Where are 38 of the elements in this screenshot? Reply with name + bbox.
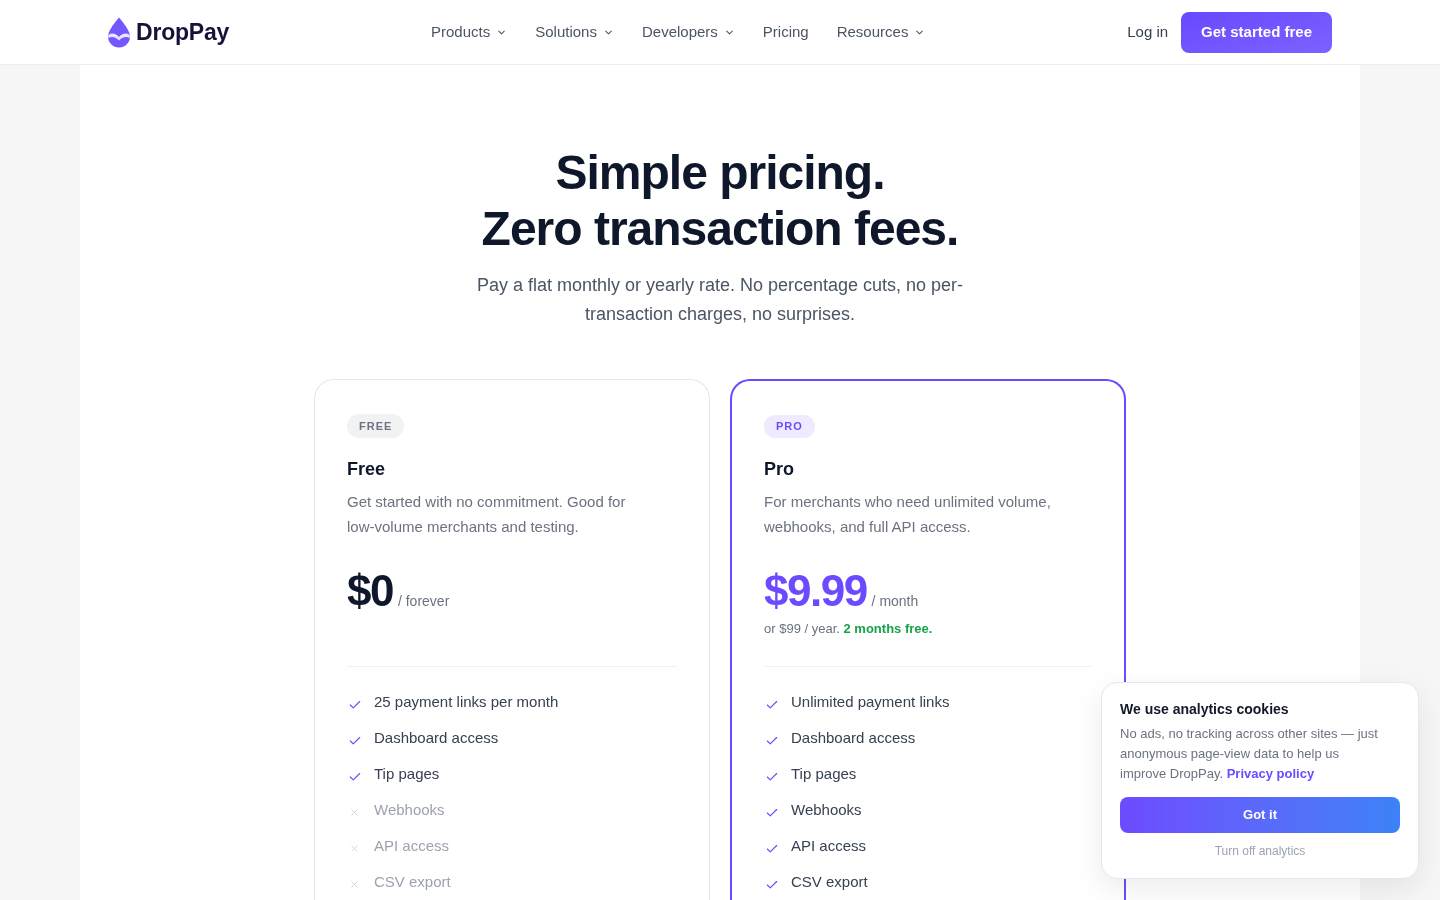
get-started-button[interactable]: Get started free	[1181, 11, 1332, 53]
cookie-title: We use analytics cookies	[1120, 700, 1289, 719]
got-it-button[interactable]: Got it	[1120, 797, 1400, 833]
plan-description: For merchants who need unlimited volume, webhooks, and full API access.	[764, 492, 1052, 537]
feature-text: Webhooks	[791, 800, 862, 820]
price-period: / month	[871, 592, 919, 611]
plan-description: Get started with no commitment. Good for low-volume merchants and testing.	[347, 492, 627, 537]
plan-badge: FREE	[347, 414, 405, 438]
plan-name: Free	[347, 458, 386, 481]
login-link[interactable]: Log in	[1127, 20, 1169, 44]
plan-name: Pro	[764, 458, 794, 481]
plan-badge: PRO	[764, 415, 815, 438]
cookie-text: No ads, no tracking across other sites — just anonymous page-view data to help us improve DropPay. Privacy policy	[1120, 725, 1379, 783]
plan-price: $9.99	[764, 569, 867, 613]
nav-link[interactable]: Developers	[641, 20, 735, 44]
price-period: / forever	[397, 592, 450, 611]
feature-text: Tip pages	[374, 764, 440, 784]
feature-text: API access	[791, 836, 867, 856]
feature-text: Unlimited payment links	[791, 692, 950, 712]
feature-text: Dashboard access	[791, 728, 916, 748]
hero-title: Simple pricing. Zero transaction fees.	[481, 145, 959, 257]
feature-text: Tip pages	[791, 764, 857, 784]
nav-link[interactable]: Solutions	[535, 20, 614, 44]
feature-text: CSV export	[791, 872, 868, 892]
nav-link[interactable]: Products	[431, 20, 508, 44]
feature-text: API access	[374, 836, 450, 856]
feature-text: 25 payment links per month	[374, 692, 559, 712]
feature-text: Webhooks	[374, 800, 445, 820]
billing-note: or $99 / year. 2 months free.	[764, 620, 933, 638]
nav-link[interactable]: Pricing	[762, 20, 809, 44]
feature-text: CSV export	[374, 872, 451, 892]
drop-logo-icon	[108, 16, 130, 48]
brand-name: DropPay	[136, 17, 230, 47]
plan-price: $0	[347, 569, 393, 613]
feature-text: Dashboard access	[374, 728, 499, 748]
nav-link[interactable]: Resources	[836, 20, 926, 44]
privacy-policy-link[interactable]: Privacy policy	[1226, 766, 1315, 781]
hero-subtitle: Pay a flat monthly or yearly rate. No percentage cuts, no per-transaction charges, no surprises.	[475, 274, 965, 326]
